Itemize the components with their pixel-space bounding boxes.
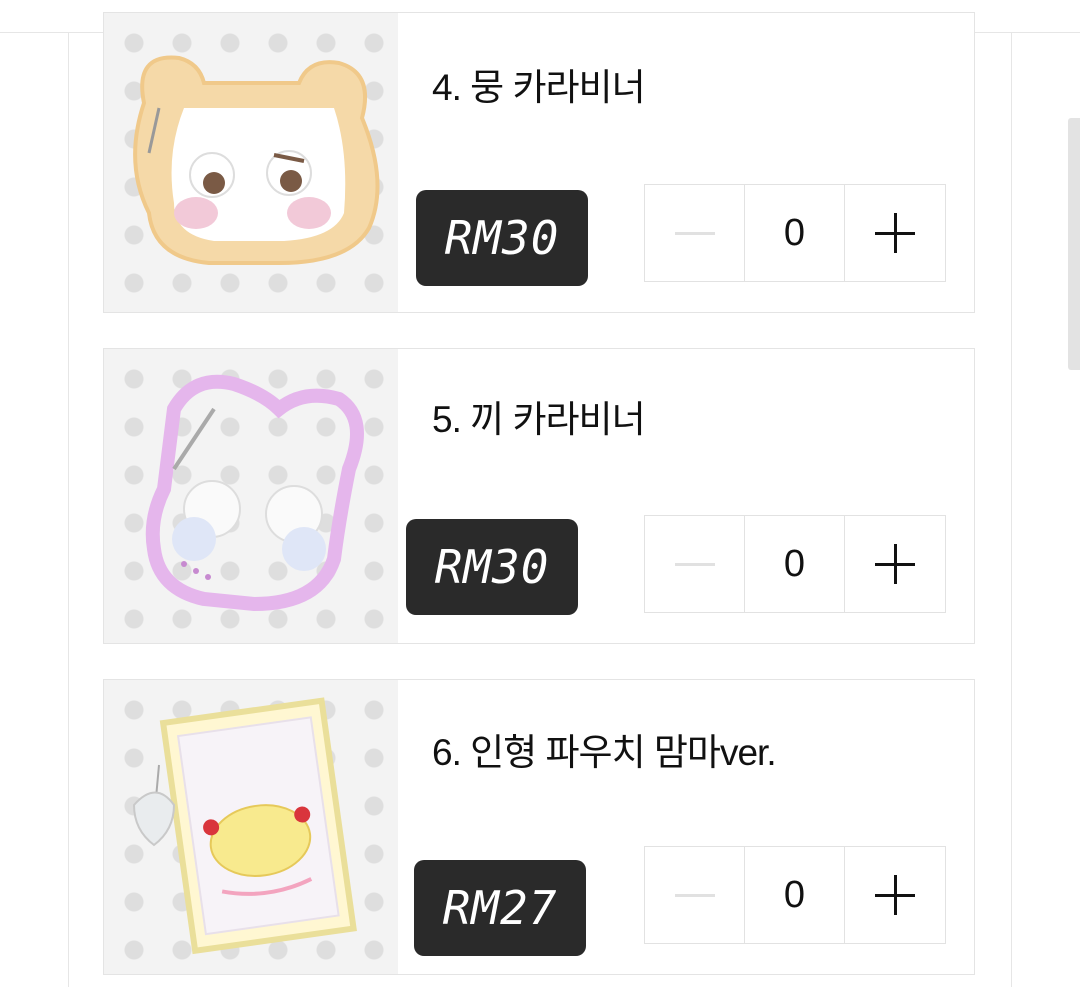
product-card: 5. 끼 카라비너 RM30 0 bbox=[103, 348, 975, 644]
quantity-value: 0 bbox=[745, 847, 845, 943]
content-frame-right bbox=[1011, 32, 1012, 987]
quantity-value: 0 bbox=[745, 185, 845, 281]
price-badge: RM27 bbox=[414, 860, 586, 956]
increase-button[interactable] bbox=[845, 516, 945, 612]
minus-icon bbox=[674, 893, 715, 897]
decrease-button[interactable] bbox=[645, 847, 745, 943]
scrollbar-thumb[interactable] bbox=[1068, 118, 1080, 370]
minus-icon bbox=[674, 231, 715, 235]
price-badge: RM30 bbox=[416, 190, 588, 286]
product-card: 4. 뭉 카라비너 RM30 0 bbox=[103, 12, 975, 313]
decrease-button[interactable] bbox=[645, 185, 745, 281]
product-title: 5. 끼 카라비너 bbox=[432, 399, 646, 440]
increase-button[interactable] bbox=[845, 185, 945, 281]
increase-button[interactable] bbox=[845, 847, 945, 943]
product-title: 6. 인형 파우치 맘마ver. bbox=[432, 732, 777, 773]
minus-icon bbox=[674, 562, 715, 566]
plus-icon bbox=[875, 213, 915, 253]
quantity-value: 0 bbox=[745, 516, 845, 612]
plus-icon bbox=[875, 875, 915, 915]
product-image[interactable] bbox=[104, 13, 398, 312]
product-title: 4. 뭉 카라비너 bbox=[432, 67, 646, 108]
product-image[interactable] bbox=[104, 680, 398, 974]
plus-icon bbox=[875, 544, 915, 584]
quantity-stepper: 0 bbox=[644, 184, 946, 282]
content-frame-left bbox=[68, 32, 69, 987]
decrease-button[interactable] bbox=[645, 516, 745, 612]
price-badge: RM30 bbox=[406, 519, 578, 615]
quantity-stepper: 0 bbox=[644, 515, 946, 613]
product-card: 6. 인형 파우치 맘마ver. RM27 0 bbox=[103, 679, 975, 975]
quantity-stepper: 0 bbox=[644, 846, 946, 944]
product-image[interactable] bbox=[104, 349, 398, 643]
